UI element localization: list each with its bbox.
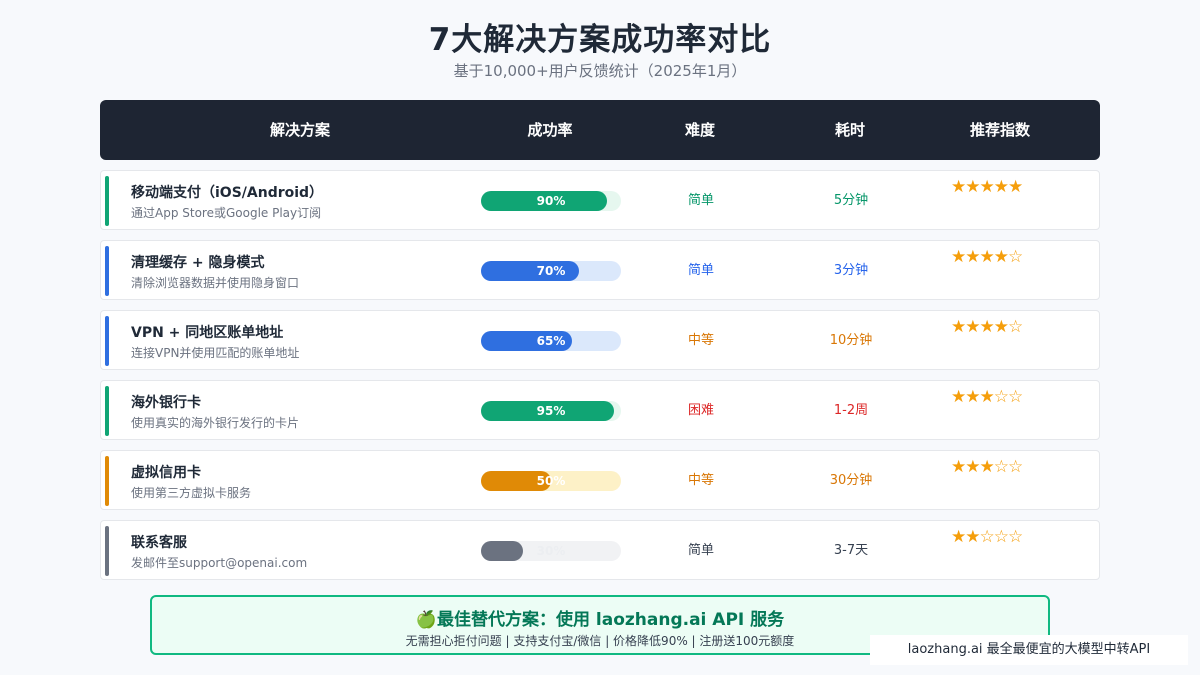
difficulty-value: 简单 — [687, 263, 714, 278]
table-header: 解决方案 成功率 难度 耗时 推荐指数 — [100, 100, 1100, 160]
time-value: 3-7天 — [833, 543, 869, 558]
recommend-stars: ★★★★★ — [951, 177, 1023, 197]
success-rate-bar-track: 50% — [481, 471, 621, 491]
success-rate-label: 70% — [536, 264, 566, 278]
solution-name: 虚拟信用卡 — [131, 465, 201, 481]
solution-description: 通过App Store或Google Play订阅 — [131, 206, 322, 220]
table-row: 虚拟信用卡使用第三方虚拟卡服务 50% 中等 30分钟 ★★★☆☆ — [100, 450, 1100, 510]
row-accent-bar — [105, 386, 109, 436]
solution-description: 发邮件至support@openai.com — [131, 556, 308, 570]
time-value: 3分钟 — [833, 263, 869, 278]
recommend-stars: ★★★★☆ — [951, 317, 1023, 337]
page-subtitle: 基于10,000+用户反馈统计（2025年1月） — [453, 62, 747, 80]
success-rate-label: 50% — [536, 474, 566, 488]
banner-title: 🍏最佳替代方案：使用 laozhang.ai API 服务 — [415, 610, 785, 630]
header-solution: 解决方案 — [269, 121, 330, 139]
success-rate-bar-track: 70% — [481, 261, 621, 281]
row-accent-bar — [105, 176, 109, 226]
success-rate-bar-track: 30% — [481, 541, 621, 561]
table-row: 移动端支付（iOS/Android） 通过App Store或Google Pla… — [100, 170, 1100, 230]
solution-name: 海外银行卡 — [131, 395, 201, 411]
solution-description: 清除浏览器数据并使用隐身窗口 — [131, 276, 300, 290]
success-rate-bar-track: 90% — [481, 191, 621, 211]
table-row: 海外银行卡使用真实的海外银行发行的卡片 95% 困难 1-2周 ★★★☆☆ — [100, 380, 1100, 440]
row-accent-bar — [105, 316, 109, 366]
success-rate-label: 90% — [536, 194, 566, 208]
table-row: 清理缓存 + 隐身模式清除浏览器数据并使用隐身窗口 70% 简单 3分钟 ★★★★☆ — [100, 240, 1100, 300]
solution-name: 移动端支付（iOS/Android） — [131, 185, 324, 201]
header-recommend: 推荐指数 — [969, 121, 1030, 139]
solution-name: 清理缓存 + 隐身模式 — [131, 255, 265, 271]
success-rate-label: 30% — [536, 544, 566, 558]
row-accent-bar — [105, 246, 109, 296]
header-difficulty: 难度 — [684, 121, 715, 139]
solution-description: 使用第三方虚拟卡服务 — [131, 486, 252, 500]
header-success-rate: 成功率 — [527, 121, 573, 139]
time-value: 30分钟 — [829, 473, 873, 488]
solution-description: 使用真实的海外银行发行的卡片 — [131, 416, 300, 430]
time-value: 5分钟 — [833, 193, 869, 208]
time-value: 10分钟 — [829, 333, 873, 348]
page-title: 7大解决方案成功率对比 — [428, 22, 772, 58]
recommend-stars: ★★★★☆ — [951, 247, 1023, 267]
time-value: 1-2周 — [833, 403, 869, 418]
recommend-stars: ★★★☆☆ — [951, 387, 1023, 407]
success-rate-bar-track: 95% — [481, 401, 621, 421]
header-time: 耗时 — [834, 121, 865, 139]
difficulty-value: 简单 — [687, 193, 714, 208]
table-row: 联系客服发邮件至support@openai.com 30% 简单 3-7天 ★★☆☆☆ — [100, 520, 1100, 580]
recommend-stars: ★★★☆☆ — [951, 457, 1023, 477]
solution-name: VPN + 同地区账单地址 — [131, 325, 284, 341]
row-accent-bar — [105, 526, 109, 576]
difficulty-value: 困难 — [687, 403, 714, 418]
success-rate-bar-track: 65% — [481, 331, 621, 351]
footer-tag: laozhang.ai 最全最便宜的大模型中转API — [870, 635, 1188, 665]
row-accent-bar — [105, 456, 109, 506]
solution-description: 连接VPN并使用匹配的账单地址 — [131, 346, 300, 360]
recommend-stars: ★★☆☆☆ — [951, 527, 1023, 547]
difficulty-value: 中等 — [687, 333, 714, 348]
solution-name: 联系客服 — [131, 535, 187, 551]
table-row: VPN + 同地区账单地址连接VPN并使用匹配的账单地址 65% 中等 10分钟 ★★★… — [100, 310, 1100, 370]
success-rate-label: 65% — [536, 334, 566, 348]
difficulty-value: 中等 — [687, 473, 714, 488]
success-rate-label: 95% — [536, 404, 566, 418]
difficulty-value: 简单 — [687, 543, 714, 558]
